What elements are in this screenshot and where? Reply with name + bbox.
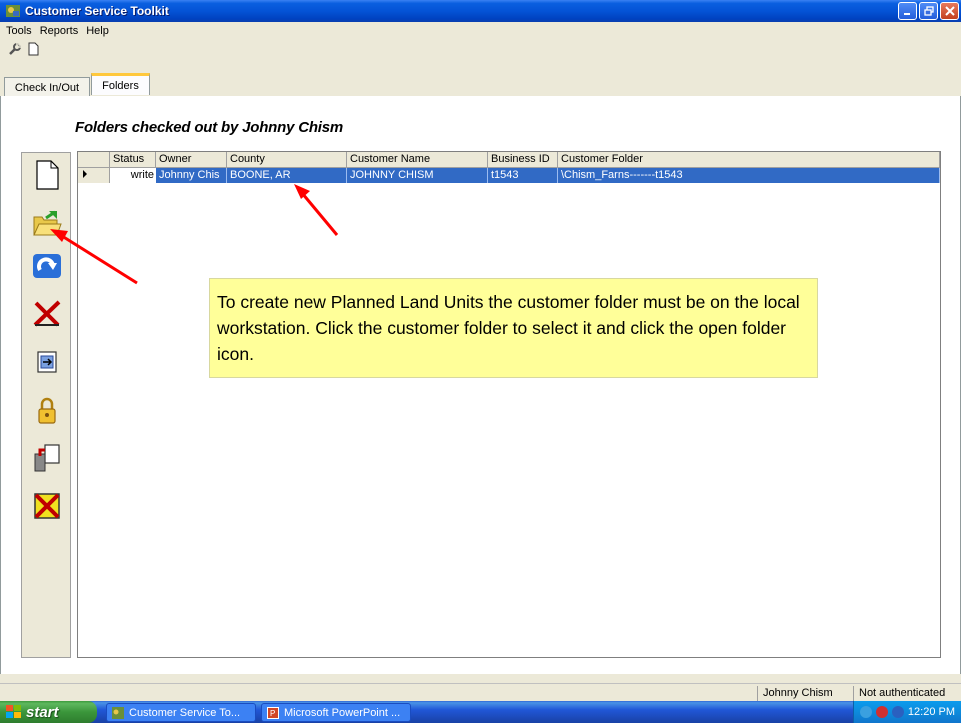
column-header-status[interactable]: Status	[110, 152, 156, 168]
delete-icon	[33, 300, 61, 327]
remove-lock-icon	[34, 493, 60, 519]
open-folder-icon	[33, 210, 62, 236]
taskbar-item-powerpoint[interactable]: P Microsoft PowerPoint ...	[261, 703, 411, 722]
status-user: Johnny Chism	[757, 686, 845, 701]
cell-customer-folder[interactable]: \Chism_Farns-------t1543	[558, 168, 940, 183]
tab-strip: Check In/Out Folders	[0, 73, 961, 97]
row-pointer-icon	[83, 170, 87, 178]
action-toolbar	[21, 152, 71, 658]
column-header-customer-folder[interactable]: Customer Folder	[558, 152, 940, 168]
clock: 12:20 PM	[907, 706, 955, 718]
lock-button[interactable]	[31, 394, 63, 426]
refresh-button[interactable]	[31, 250, 63, 282]
minimize-button[interactable]	[898, 2, 917, 20]
instruction-callout: To create new Planned Land Units the cus…	[209, 278, 818, 378]
restore-icon	[923, 6, 934, 16]
new-document-icon[interactable]	[26, 42, 40, 56]
cell-customer-name[interactable]: JOHNNY CHISM	[347, 168, 488, 183]
system-tray: 12:20 PM	[853, 701, 961, 723]
antivirus-icon[interactable]	[875, 706, 888, 718]
close-icon	[944, 6, 955, 16]
close-button[interactable]	[940, 2, 959, 20]
column-header-county[interactable]: County	[227, 152, 347, 168]
open-folder-button[interactable]	[31, 208, 63, 240]
start-label: start	[26, 703, 59, 721]
status-auth: Not authenticated	[853, 686, 961, 701]
cell-owner[interactable]: Johnny Chis	[156, 168, 227, 183]
page-title: Folders checked out by Johnny Chism	[75, 119, 344, 136]
wrench-icon[interactable]	[8, 42, 22, 56]
transfer-button[interactable]	[31, 442, 63, 474]
cell-status[interactable]: write	[110, 168, 156, 183]
tab-label: Check In/Out	[14, 81, 80, 94]
column-header-customer-name[interactable]: Customer Name	[347, 152, 488, 168]
app-icon	[112, 706, 124, 719]
table-row[interactable]: write Johnny Chis BOONE, AR JOHNNY CHISM…	[78, 168, 940, 183]
row-selector[interactable]	[78, 168, 110, 183]
restore-button[interactable]	[919, 2, 938, 20]
menu-bar: Tools Reports Help	[0, 22, 961, 39]
lock-icon	[38, 397, 56, 424]
refresh-icon	[33, 254, 61, 278]
taskbar-item-label: Microsoft PowerPoint ...	[284, 706, 401, 719]
column-header-owner[interactable]: Owner	[156, 152, 227, 168]
tab-folders[interactable]: Folders	[91, 73, 150, 95]
row-header-corner	[78, 152, 110, 168]
menu-reports[interactable]: Reports	[36, 25, 83, 37]
transfer-icon	[34, 444, 60, 472]
network-icon[interactable]	[859, 706, 872, 718]
start-button[interactable]: start	[0, 701, 97, 723]
title-bar: Customer Service Toolkit	[0, 0, 961, 22]
remove-lock-button[interactable]	[31, 490, 63, 522]
grid-header: Status Owner County Customer Name Busine…	[78, 152, 940, 168]
folders-grid: Status Owner County Customer Name Busine…	[77, 151, 941, 658]
taskbar-item-label: Customer Service To...	[129, 706, 241, 719]
menu-tools[interactable]: Tools	[0, 25, 36, 37]
taskbar-item-customer-service[interactable]: Customer Service To...	[106, 703, 256, 722]
minimize-icon	[904, 12, 910, 15]
tab-check-in-out[interactable]: Check In/Out	[4, 77, 90, 97]
app-icon	[6, 5, 20, 17]
taskbar: start Customer Service To... P Microsoft…	[0, 701, 961, 723]
window-title: Customer Service Toolkit	[25, 4, 169, 18]
new-document-icon	[36, 160, 59, 190]
svg-text:P: P	[270, 709, 275, 718]
cell-county[interactable]: BOONE, AR	[227, 168, 347, 183]
cell-business-id[interactable]: t1543	[488, 168, 558, 183]
security-icon[interactable]	[891, 706, 904, 718]
column-header-business-id[interactable]: Business ID	[488, 152, 558, 168]
status-bar: Johnny Chism Not authenticated	[0, 683, 961, 701]
new-button[interactable]	[31, 159, 63, 191]
powerpoint-icon: P	[267, 706, 279, 719]
check-in-icon	[37, 351, 57, 373]
windows-logo-icon	[6, 705, 21, 718]
check-in-button[interactable]	[31, 346, 63, 378]
delete-button[interactable]	[31, 298, 63, 330]
tab-label: Folders	[102, 79, 139, 92]
toolbar	[0, 39, 961, 59]
folders-panel: Folders checked out by Johnny Chism Stat…	[0, 96, 961, 674]
menu-help[interactable]: Help	[82, 25, 113, 37]
